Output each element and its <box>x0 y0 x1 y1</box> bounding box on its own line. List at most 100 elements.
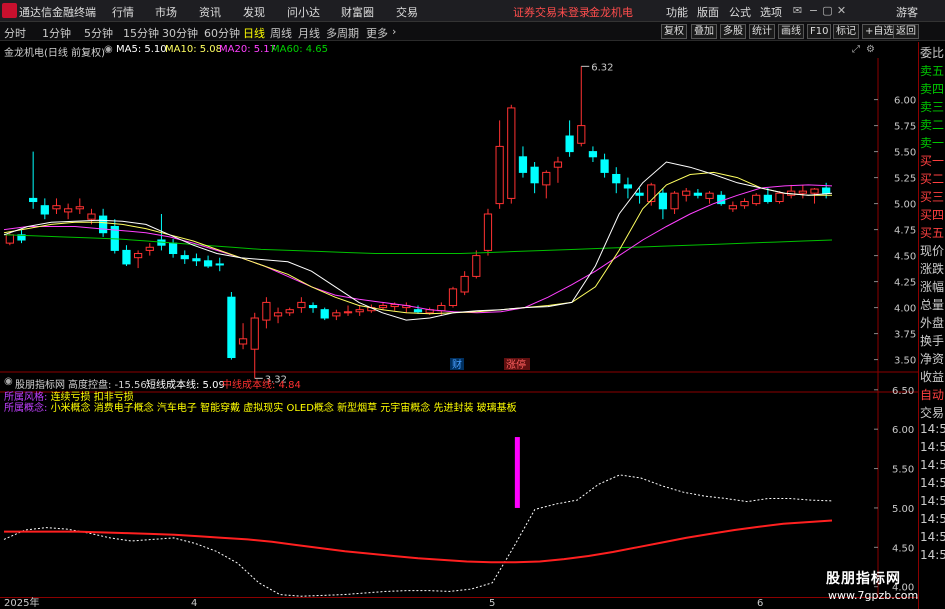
maximize-icon[interactable]: ▢ <box>820 3 835 18</box>
date-label-year: 2025年 <box>4 598 40 609</box>
menu-item-wenxiaoda[interactable]: 问小达 <box>287 4 320 20</box>
menu-item-faxian[interactable]: 发现 <box>243 4 265 20</box>
candle-down <box>308 305 318 309</box>
panel-trade[interactable]: 交易 <box>920 404 945 422</box>
gear-icon[interactable]: ⚙ <box>866 44 875 55</box>
diejia-button[interactable]: 叠加 <box>691 24 717 39</box>
period-weekly[interactable]: 周线 <box>270 25 292 41</box>
tick-time: 14:56 <box>920 512 945 526</box>
period-30min[interactable]: 30分钟 <box>162 25 198 41</box>
candle-down <box>122 249 131 265</box>
panel-sell1: 卖一 <box>920 136 945 150</box>
menu-item-caifuquan[interactable]: 财富圈 <box>341 4 374 20</box>
date-axis: 2025年 4 5 6 <box>0 597 918 609</box>
candle-up <box>448 288 458 307</box>
close-icon[interactable]: ✕ <box>834 3 849 18</box>
candle-down <box>822 187 831 194</box>
candle-down <box>658 192 668 210</box>
period-monthly[interactable]: 月线 <box>298 25 320 41</box>
candle-down <box>600 159 609 173</box>
panel-turnover: 换手 <box>920 334 945 348</box>
high-price-label: 6.32 <box>591 62 613 73</box>
finance-marker-label: 财 <box>452 358 462 371</box>
price-axis-label: 3.50 <box>894 356 916 367</box>
candle-up <box>810 188 819 194</box>
panel-auto[interactable]: 自动 <box>920 386 945 404</box>
menu-item-gongshi[interactable]: 公式 <box>729 4 751 20</box>
period-multi[interactable]: 多周期 <box>326 25 359 41</box>
menu-item-gongneng[interactable]: 功能 <box>666 4 688 20</box>
tick-time: 14:56 <box>920 494 945 508</box>
panel-sell3: 卖三 <box>920 100 945 114</box>
candle-down <box>227 296 236 359</box>
indicator-settings-icon[interactable]: ◉ <box>4 376 13 387</box>
candle-up <box>460 275 469 293</box>
candle-up <box>285 309 294 314</box>
menu-item-shichang[interactable]: 市场 <box>155 4 177 20</box>
kline-chart[interactable]: 6.00 5.75 5.50 5.25 5.00 4.75 4.50 4.25 4.00 3.75… <box>0 58 918 597</box>
ma5-line <box>3 161 833 321</box>
period-60min[interactable]: 60分钟 <box>204 25 240 41</box>
panel-buy3: 买三 <box>920 190 945 204</box>
price-axis-label: 4.00 <box>894 304 916 315</box>
candle-down <box>413 309 423 313</box>
candle-down <box>763 194 772 203</box>
period-15min[interactable]: 15分钟 <box>123 25 159 41</box>
candle-down <box>168 242 178 255</box>
menu-item-banmian[interactable]: 版面 <box>697 4 719 20</box>
expand-icon[interactable]: ⤢ <box>852 44 860 55</box>
back-button[interactable]: 返回 <box>893 24 919 39</box>
menu-item-xuanxiang[interactable]: 选项 <box>760 4 782 20</box>
candle-up <box>705 192 714 199</box>
settings-circle-icon[interactable]: ◉ <box>104 44 113 55</box>
fuquan-button[interactable]: 复权 <box>661 24 687 39</box>
period-5min[interactable]: 5分钟 <box>84 25 113 41</box>
period-more[interactable]: 更多 <box>366 25 388 41</box>
tick-time: 14:56 <box>920 422 945 436</box>
period-fenshi[interactable]: 分时 <box>4 25 26 41</box>
candle-down <box>29 197 38 203</box>
candle-up <box>250 317 259 350</box>
candle-up <box>483 213 493 251</box>
period-1min[interactable]: 1分钟 <box>42 25 71 41</box>
minimize-icon[interactable]: − <box>806 3 821 18</box>
candle-up <box>740 201 749 207</box>
candle-down <box>40 205 49 215</box>
candle-up <box>238 338 248 345</box>
duogu-button[interactable]: 多股 <box>720 24 746 39</box>
panel-earnings: 收益 <box>920 370 945 384</box>
menu-item-jiaoyi[interactable]: 交易 <box>396 4 418 20</box>
indicator-name[interactable]: 股朋指标网 <box>15 376 65 391</box>
menu-item-zixun[interactable]: 资讯 <box>199 4 221 20</box>
candle-up <box>647 184 656 203</box>
chevron-right-icon[interactable]: › <box>392 25 396 38</box>
huaxian-button[interactable]: 画线 <box>778 24 804 39</box>
period-daily[interactable]: 日线 <box>243 25 265 41</box>
add-watchlist-button[interactable]: +自选 <box>862 24 897 39</box>
date-label-may: 5 <box>489 598 496 609</box>
panel-change-pct: 涨幅 <box>920 280 945 294</box>
f10-button[interactable]: F10 <box>807 24 832 39</box>
panel-buy2: 买二 <box>920 172 945 186</box>
panel-outer: 外盘 <box>920 316 945 330</box>
quote-side-panel: 委比 卖五 卖四 卖三 卖二 卖一 买一 买二 买三 买四 买五 现价 涨跌 涨… <box>918 42 945 609</box>
price-axis-label: 4.50 <box>894 252 916 263</box>
ma10-label: MA10: 5.08 <box>165 44 223 55</box>
short-cost-line <box>3 474 833 597</box>
guest-label[interactable]: 游客 <box>896 4 918 20</box>
concept-label: 所属概念: <box>4 403 48 414</box>
candle-up <box>775 192 784 203</box>
message-icon[interactable]: ✉ <box>790 3 805 18</box>
tick-time: 14:56 <box>920 548 945 562</box>
login-status[interactable]: 证券交易未登录 <box>513 4 590 20</box>
panel-price: 现价 <box>920 244 945 258</box>
concept-info: 所属风格: 连续亏损 扣非亏损 所属概念: 小米概念 消费电子概念 汽车电子 智… <box>4 392 524 414</box>
menu-item-hangqing[interactable]: 行情 <box>112 4 134 20</box>
date-label-june: 6 <box>757 598 764 609</box>
biaoji-button[interactable]: 标记 <box>833 24 859 39</box>
tongji-button[interactable]: 统计 <box>749 24 775 39</box>
candle-down <box>612 173 621 184</box>
candle-up <box>133 253 143 259</box>
indicator-axis-label: 6.00 <box>892 425 914 436</box>
watermark: 股朋指标网 www.7gpzb.com <box>822 566 918 607</box>
